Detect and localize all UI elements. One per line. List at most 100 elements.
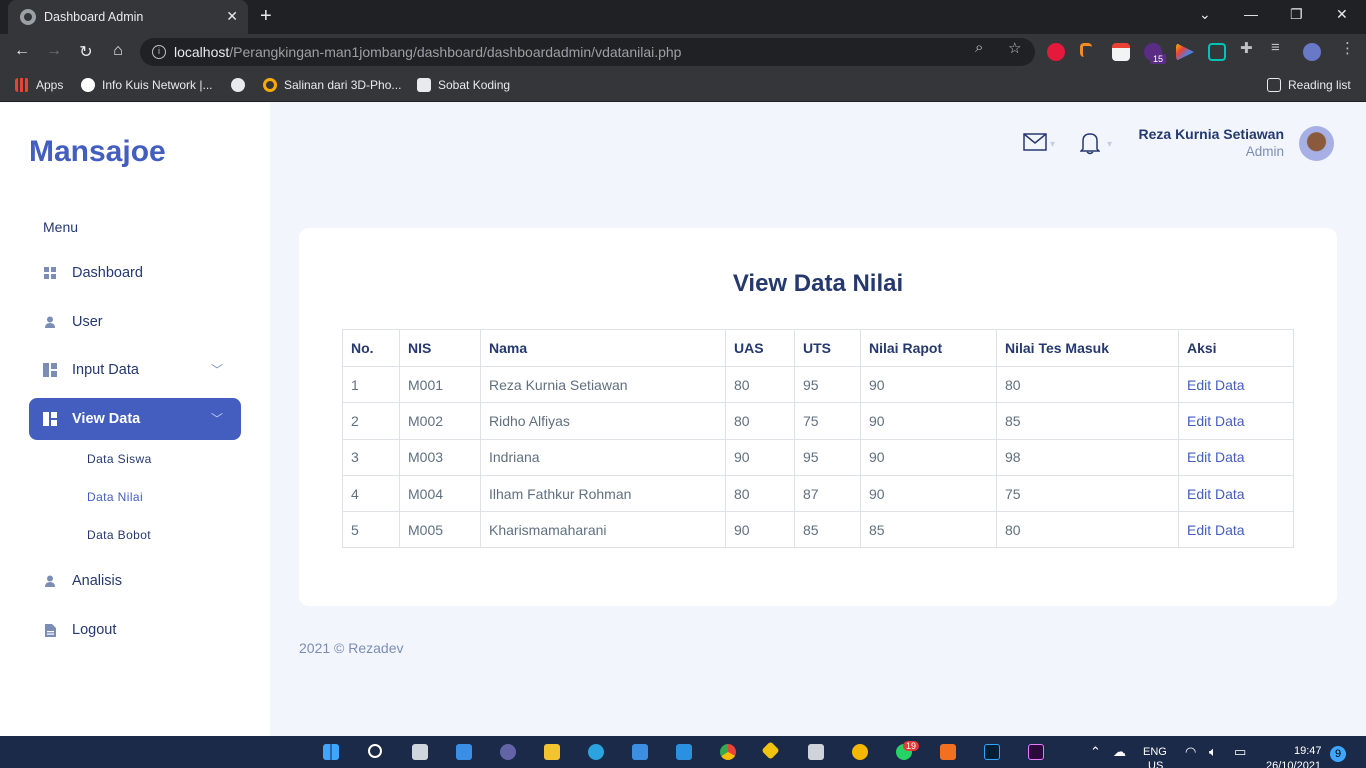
tab-search-icon[interactable]: ⌄ <box>1199 6 1211 23</box>
forward-icon[interactable]: → <box>44 42 64 60</box>
region-indicator[interactable]: US <box>1148 760 1163 768</box>
cell-uas: 90 <box>725 511 795 549</box>
task-view-icon[interactable] <box>412 744 428 760</box>
widgets-icon[interactable] <box>456 744 472 760</box>
column-header: UTS <box>794 329 861 367</box>
xampp-icon[interactable] <box>940 744 956 760</box>
close-tab-icon[interactable]: ✕ <box>226 8 238 25</box>
cell-nama: Ilham Fathkur Rohman <box>480 474 726 513</box>
url-path: /Perangkingan-man1jombang/dashboard/dash… <box>229 44 682 60</box>
chevron-down-icon[interactable]: ▾ <box>1107 139 1112 150</box>
browser-tab[interactable]: Dashboard Admin ✕ <box>8 0 248 34</box>
wifi-icon[interactable]: ◠ <box>1185 744 1196 760</box>
windows-start-icon[interactable] <box>323 744 339 760</box>
menu-kebab-icon[interactable]: ⋮ <box>1340 39 1355 57</box>
cell-nama: Kharismamaharani <box>480 511 726 549</box>
chrome-icon[interactable] <box>720 744 736 760</box>
back-icon[interactable]: ← <box>12 42 32 60</box>
premiere-icon[interactable] <box>1028 744 1044 760</box>
new-tab-button[interactable]: + <box>260 5 272 28</box>
clock-time[interactable]: 19:47 <box>1294 745 1322 757</box>
edit-data-link[interactable]: Edit Data <box>1178 365 1294 404</box>
cell-uas: 80 <box>725 402 795 440</box>
layout-icon <box>43 363 57 377</box>
sidebar-item-user[interactable]: User <box>29 301 241 343</box>
colab-icon <box>263 78 277 92</box>
bookmarks-bar: Apps Info Kuis Network |... Salinan dari… <box>0 70 1366 102</box>
language-indicator[interactable]: ENG <box>1143 746 1167 758</box>
home-icon[interactable]: ⌂ <box>108 42 128 60</box>
column-header: Aksi <box>1178 329 1294 367</box>
cell-nama: Ridho Alfiyas <box>480 402 726 440</box>
chevron-up-icon[interactable]: ⌃ <box>1090 744 1101 760</box>
submenu-data-bobot[interactable]: Data Bobot <box>87 528 151 542</box>
whatsapp-badge: 19 <box>903 741 920 751</box>
git-icon[interactable] <box>761 741 780 760</box>
info-icon[interactable]: i <box>152 45 166 59</box>
column-header: No. <box>342 329 400 367</box>
chevron-down-icon: ﹀ <box>210 412 223 426</box>
sidebar-item-view-data[interactable]: View Data ﹀ <box>29 398 241 440</box>
zoom-icon[interactable]: ⌕ <box>975 39 983 56</box>
cell-uas: 80 <box>725 365 795 404</box>
column-header: Nilai Rapot <box>860 329 997 367</box>
bookmark-sobat-koding[interactable]: Sobat Koding <box>417 78 510 92</box>
cell-nama: Indriana <box>480 438 726 476</box>
avatar[interactable] <box>1299 126 1334 161</box>
address-bar[interactable]: i localhost/Perangkingan-man1jombang/das… <box>140 38 1035 66</box>
play-extension-icon[interactable] <box>1176 43 1194 61</box>
user-name[interactable]: Reza Kurnia Setiawan <box>1139 126 1285 142</box>
app-icon[interactable] <box>808 744 824 760</box>
cell-nis: M001 <box>399 365 481 404</box>
sidebar-item-analisis[interactable]: Analisis <box>29 560 241 602</box>
browser-tab-strip: Dashboard Admin ✕ + ⌄ — ❐ ✕ <box>0 0 1366 34</box>
extension-icon[interactable] <box>1208 43 1226 61</box>
search-icon[interactable] <box>368 744 382 758</box>
file-explorer-icon[interactable] <box>544 744 560 760</box>
bookmark-globe[interactable] <box>231 78 252 92</box>
vscode-icon[interactable] <box>676 744 692 760</box>
app-icon[interactable] <box>852 744 868 760</box>
cell-nilai-tes-masuk: 75 <box>996 474 1179 513</box>
sidebar-item-logout[interactable]: Logout <box>29 609 241 651</box>
adblock-extension-icon[interactable] <box>1047 43 1065 61</box>
bookmark-apps[interactable]: Apps <box>15 78 63 92</box>
cell-nis: M005 <box>399 511 481 549</box>
reload-icon[interactable]: ↻ <box>76 42 96 62</box>
bookmark-info-kuis[interactable]: Info Kuis Network |... <box>81 78 213 92</box>
minimize-icon[interactable]: — <box>1244 6 1258 22</box>
media-control-icon[interactable]: ≡ <box>1271 39 1280 56</box>
photoshop-icon[interactable] <box>984 744 1000 760</box>
chat-icon[interactable] <box>500 744 516 760</box>
sidebar-item-dashboard[interactable]: Dashboard <box>29 252 241 294</box>
bell-icon[interactable] <box>1079 131 1101 161</box>
cell-uts: 87 <box>794 474 861 513</box>
chevron-down-icon[interactable]: ▾ <box>1050 139 1055 150</box>
edit-data-link[interactable]: Edit Data <box>1178 402 1294 440</box>
store-icon[interactable] <box>632 744 648 760</box>
cloud-icon[interactable]: ☁ <box>1113 744 1126 760</box>
close-window-icon[interactable]: ✕ <box>1336 6 1348 23</box>
person-icon <box>43 315 57 329</box>
mail-icon[interactable] <box>1023 133 1047 157</box>
brand-logo[interactable]: Mansajoe <box>29 135 166 169</box>
edit-data-link[interactable]: Edit Data <box>1178 511 1294 549</box>
puzzle-icon[interactable]: ✚ <box>1240 39 1253 57</box>
extension-icon[interactable] <box>1080 43 1092 57</box>
profile-avatar[interactable] <box>1303 43 1321 61</box>
battery-icon[interactable]: ▭ <box>1234 744 1246 760</box>
edit-data-link[interactable]: Edit Data <box>1178 474 1294 513</box>
submenu-data-siswa[interactable]: Data Siswa <box>87 452 152 466</box>
clock-date[interactable]: 26/10/2021 <box>1266 760 1321 768</box>
reading-list-button[interactable]: Reading list <box>1267 78 1351 92</box>
calendar-extension-icon[interactable] <box>1112 43 1130 61</box>
edge-icon[interactable] <box>588 744 604 760</box>
submenu-data-nilai[interactable]: Data Nilai <box>87 490 143 504</box>
bookmark-star-icon[interactable]: ☆ <box>1008 39 1021 57</box>
volume-icon[interactable]: 🔈︎ <box>1209 744 1217 760</box>
sidebar-item-input-data[interactable]: Input Data ﹀ <box>29 349 241 391</box>
edit-data-link[interactable]: Edit Data <box>1178 438 1294 476</box>
bookmark-salinan[interactable]: Salinan dari 3D-Pho... <box>263 78 401 92</box>
notification-badge[interactable]: 9 <box>1330 746 1346 762</box>
restore-icon[interactable]: ❐ <box>1290 6 1303 23</box>
